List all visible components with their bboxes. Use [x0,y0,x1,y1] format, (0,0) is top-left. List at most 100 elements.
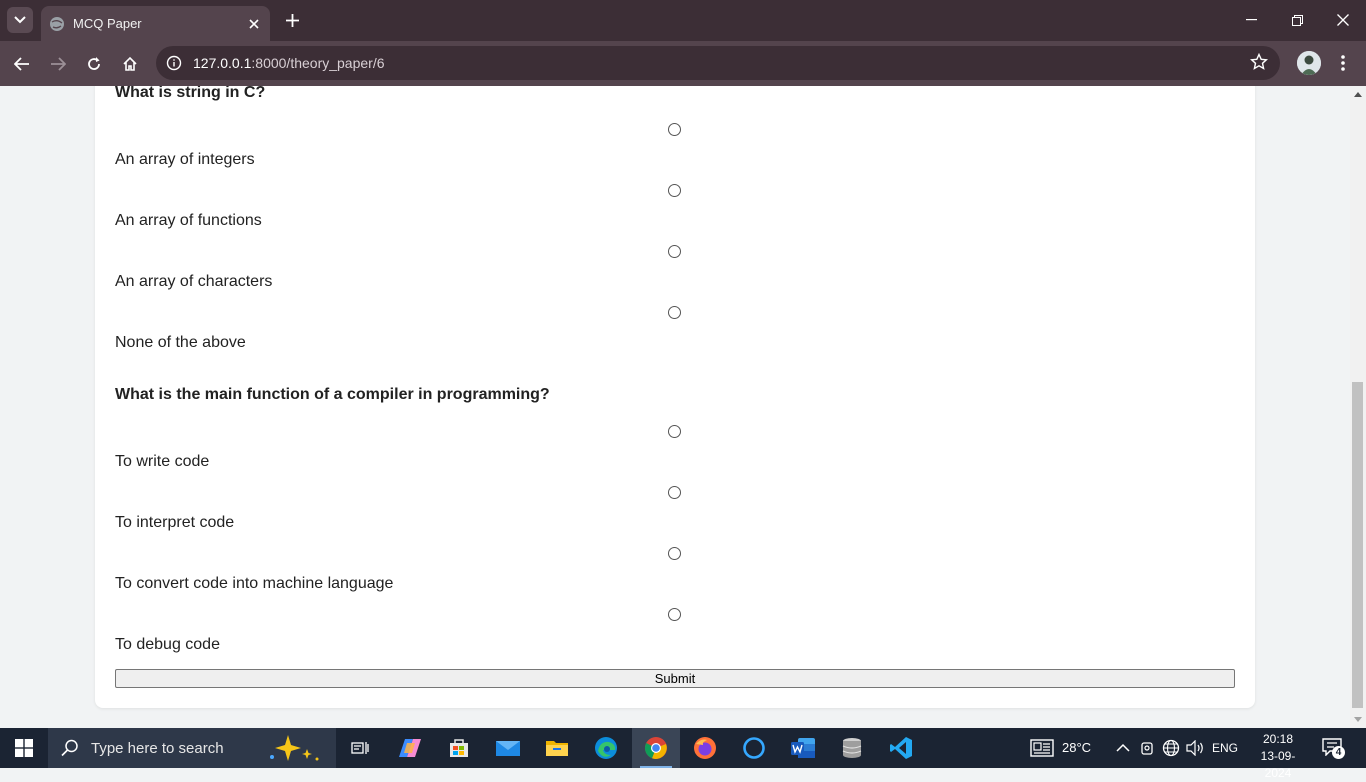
tab-strip: MCQ Paper [0,0,1366,41]
word-button[interactable] [779,728,827,768]
option-radio[interactable] [668,547,681,560]
firefox-button[interactable] [681,728,729,768]
browser-menu-button[interactable] [1333,51,1353,75]
edge-icon [595,737,617,759]
option-radio[interactable] [668,306,681,319]
search-placeholder: Type here to search [91,739,224,757]
close-window-button[interactable] [1320,0,1366,40]
option-label: To convert code into machine language [115,575,394,592]
arrow-right-icon [51,57,66,71]
globe-icon [50,16,64,31]
scroll-down-arrow[interactable] [1354,717,1362,722]
home-button[interactable] [117,51,143,77]
windows-taskbar: Type here to search 28°C ENG 20:18 13-09… [0,728,1366,780]
clock-time: 20:18 [1262,732,1294,746]
option-label: To debug code [115,636,220,653]
url-path: :8000/theory_paper/6 [251,55,385,71]
plus-icon [285,13,299,27]
meet-now-icon[interactable] [1140,740,1154,756]
copilot-button[interactable] [386,728,434,768]
option-radio[interactable] [668,425,681,438]
chevron-up-icon[interactable] [1116,743,1130,753]
info-icon [166,55,182,71]
mail-button[interactable] [484,728,532,768]
windows-icon [15,739,33,757]
vscode-icon [890,737,912,759]
option-label: To interpret code [115,514,235,531]
microsoft-store-button[interactable] [435,728,483,768]
vertical-scrollbar[interactable] [1350,86,1366,728]
mcq-form: What is string in C? An array of integer… [95,86,1255,708]
search-icon [61,739,78,757]
avatar-icon [1297,51,1321,75]
chevron-down-icon [14,16,26,24]
vscode-button[interactable] [877,728,925,768]
database-icon [842,738,862,758]
tab-close-button[interactable] [244,14,264,34]
more-vertical-icon [1341,55,1345,71]
minimize-icon [1245,19,1257,21]
option-label: An array of integers [115,151,255,168]
option-label: None of the above [115,334,246,351]
close-icon [1337,14,1349,26]
notification-badge: 4 [1332,746,1345,759]
option-label: To write code [115,453,210,470]
option-radio[interactable] [668,245,681,258]
submit-button[interactable]: Submit [115,669,1235,688]
sparkle-icon [270,735,319,761]
active-tab[interactable]: MCQ Paper [41,6,270,41]
option-radio[interactable] [668,608,681,621]
tab-search-button[interactable] [7,7,33,33]
taskbar-search[interactable]: Type here to search [48,728,336,768]
tab-title: MCQ Paper [73,16,142,31]
site-info-button[interactable] [164,53,184,73]
network-globe-icon[interactable] [1162,739,1180,757]
restore-icon [1291,14,1303,26]
file-explorer-button[interactable] [533,728,581,768]
close-icon [249,18,259,29]
language-indicator[interactable]: ENG [1212,741,1238,755]
new-tab-button[interactable] [282,10,302,30]
action-center-button[interactable]: 4 [1322,738,1346,760]
question-title: What is string in C? [115,86,266,101]
address-bar[interactable]: 127.0.0.1:8000/theory_paper/6 [156,46,1280,80]
option-label: An array of characters [115,273,273,290]
chrome-icon [644,737,667,759]
option-radio[interactable] [668,123,681,136]
minimize-button[interactable] [1228,0,1274,40]
option-radio[interactable] [668,486,681,499]
cortana-icon [743,737,765,759]
reload-button[interactable] [81,51,107,77]
cortana-button[interactable] [730,728,778,768]
bookmark-button[interactable] [1249,52,1269,76]
clock-date: 13-09-2024 [1260,749,1296,780]
page-viewport: What is string in C? An array of integer… [0,86,1350,728]
store-icon [450,739,468,757]
database-app-button[interactable] [828,728,876,768]
copilot-icon [399,739,421,757]
mail-icon [496,741,520,756]
restore-button[interactable] [1274,0,1320,40]
word-icon [791,738,815,758]
profile-avatar[interactable] [1297,51,1321,75]
weather-temperature[interactable]: 28°C [1062,740,1091,755]
volume-icon[interactable] [1186,740,1204,756]
task-view-button[interactable] [336,728,384,768]
url-host: 127.0.0.1 [193,55,252,71]
arrow-left-icon [14,57,29,71]
task-view-icon [351,742,369,754]
url-text: 127.0.0.1:8000/theory_paper/6 [193,55,385,71]
edge-button[interactable] [582,728,630,768]
back-button[interactable] [9,51,35,77]
start-button[interactable] [0,728,48,768]
scroll-up-arrow[interactable] [1354,92,1362,97]
chrome-button[interactable] [632,728,680,768]
news-widget-icon[interactable] [1030,739,1054,757]
forward-button[interactable] [45,51,71,77]
home-icon [123,56,137,71]
clock[interactable]: 20:18 13-09-2024 [1250,731,1306,782]
folder-icon [546,741,568,756]
option-radio[interactable] [668,184,681,197]
scrollbar-thumb[interactable] [1352,382,1363,708]
option-label: An array of functions [115,212,262,229]
